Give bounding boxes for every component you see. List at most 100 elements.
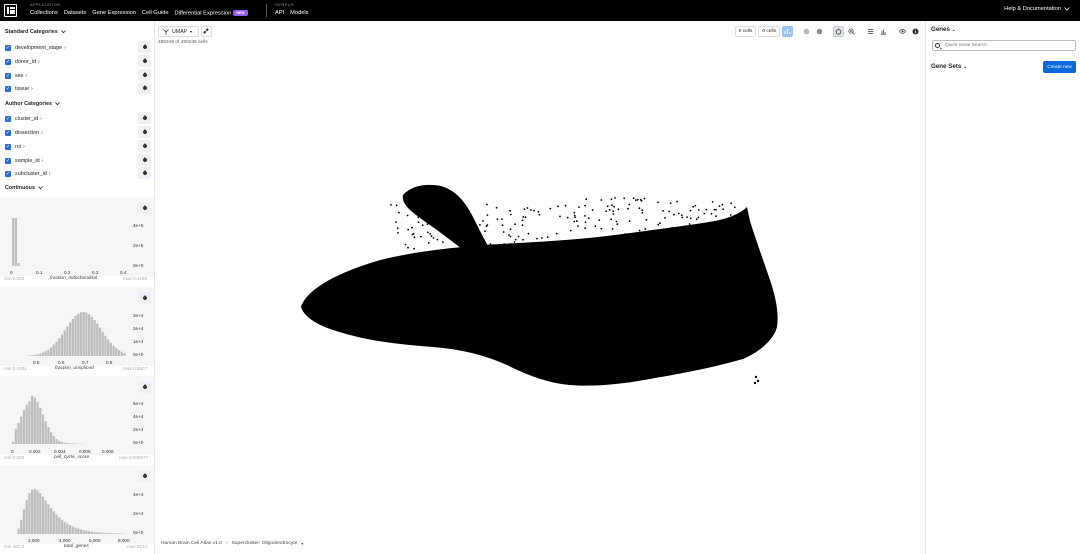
genes-toggle[interactable]: Genes ⌄ xyxy=(931,26,956,33)
color-by-button[interactable] xyxy=(138,126,151,138)
histogram-bar xyxy=(25,499,28,534)
cell-point xyxy=(536,237,538,240)
reset-subset-button[interactable] xyxy=(878,26,889,37)
cell-point xyxy=(466,218,469,221)
clear-selection-button[interactable] xyxy=(814,26,825,37)
histogram-fraction-unspliced[interactable]: 3e+4 2e+4 1e+4 0e+0 0.5 0.6 0.7 0.8 min … xyxy=(0,287,154,375)
chevron-right-icon: › xyxy=(40,129,43,136)
cell-point xyxy=(606,205,609,208)
checkbox[interactable]: ✓ xyxy=(5,115,11,122)
nav-link-cell-guide[interactable]: Cell Guide xyxy=(142,10,169,16)
embedding-label: UMAP xyxy=(172,28,187,35)
checkbox[interactable]: ✓ xyxy=(5,85,11,92)
cell-point xyxy=(671,226,674,229)
category-row: ✓ roi › xyxy=(5,140,151,152)
checkbox[interactable]: ✓ xyxy=(5,58,11,65)
checkbox[interactable]: ✓ xyxy=(5,157,11,164)
create-gene-set-button[interactable]: Create new xyxy=(1043,61,1076,73)
gene-search-input[interactable] xyxy=(932,40,1076,51)
histogram-fraction-mitochondrial[interactable]: 4e+5 2e+5 0e+0 0 0.1 0.2 0.3 0.4 min 0.0… xyxy=(0,197,154,285)
histogram-bar xyxy=(104,335,107,356)
standard-categories-toggle[interactable]: Standard Categories xyxy=(5,29,66,35)
nav-link-differential-expression[interactable]: Differential Expression NEW xyxy=(174,10,248,17)
color-by-button[interactable] xyxy=(138,112,151,124)
nav-link-models[interactable]: Models xyxy=(290,10,308,16)
histogram-bar xyxy=(44,351,47,356)
graph-toolbar: 0 cells 0 cells xyxy=(734,26,921,37)
category-label[interactable]: dissection › xyxy=(15,130,43,136)
nav-link-collections[interactable]: Collections xyxy=(30,10,58,16)
clear-differential-button[interactable] xyxy=(801,26,812,37)
cell-point xyxy=(584,227,586,230)
continuous-toggle[interactable]: Continuous xyxy=(5,185,43,191)
selection-b-count[interactable]: 0 cells xyxy=(758,26,780,37)
breadcrumb-filter[interactable]: Supercluster: Oligodendrocyte xyxy=(232,541,298,546)
x-tick: 0.6 xyxy=(58,360,65,365)
histogram-bar xyxy=(28,493,31,534)
cell-point xyxy=(692,205,695,208)
color-by-button[interactable] xyxy=(138,140,151,152)
subset-button[interactable] xyxy=(865,26,876,37)
category-label[interactable]: tissue › xyxy=(15,86,33,92)
color-by-button[interactable] xyxy=(138,69,151,81)
cell-point xyxy=(460,239,463,242)
cell-point xyxy=(508,234,510,236)
category-label[interactable]: sex › xyxy=(15,73,27,79)
checkbox[interactable]: ✓ xyxy=(5,44,11,51)
checkbox[interactable]: ✓ xyxy=(5,143,11,150)
lasso-select-button[interactable] xyxy=(833,26,844,37)
histogram-min: min 481.0 xyxy=(4,544,25,549)
category-label[interactable]: roi › xyxy=(15,144,25,150)
pin-embedding-button[interactable] xyxy=(201,26,212,37)
color-by-button[interactable] xyxy=(138,154,151,166)
histogram-bar xyxy=(107,339,110,356)
color-by-button[interactable] xyxy=(138,41,151,53)
checkbox[interactable]: ✓ xyxy=(5,72,11,79)
color-by-button[interactable] xyxy=(138,55,151,67)
cell-point xyxy=(456,242,459,244)
help-documentation-menu[interactable]: Help & Documentation xyxy=(1004,6,1070,12)
info-button[interactable] xyxy=(910,26,921,37)
histogram-bar xyxy=(88,314,91,356)
color-by-button[interactable] xyxy=(138,167,151,179)
category-label[interactable]: subcluster_id › xyxy=(15,171,51,177)
breadcrumb-dataset[interactable]: Human Brain Cell Atlas v1.0 xyxy=(161,541,222,546)
category-label[interactable]: sample_id › xyxy=(15,158,43,164)
x-tick: 0.008 xyxy=(102,449,114,454)
author-categories-toggle[interactable]: Author Categories xyxy=(5,101,60,107)
selection-a-count[interactable]: 0 cells xyxy=(734,26,757,37)
histogram-total-genes[interactable]: 4e+4 2e+4 0e+0 2,000 4,000 6,000 8,000 m… xyxy=(0,465,154,554)
cell-point xyxy=(680,239,683,242)
cell-point xyxy=(684,233,687,236)
category-label[interactable]: donor_id › xyxy=(15,59,40,65)
embedding-icon xyxy=(163,28,169,34)
x-tick: 0.2 xyxy=(64,270,71,275)
differential-expression-button[interactable] xyxy=(782,26,793,37)
nav-link-datasets[interactable]: Datasets xyxy=(64,10,86,16)
cell-point xyxy=(657,223,660,226)
histogram-bar xyxy=(60,519,64,534)
cell-point xyxy=(754,375,758,379)
histogram-bar xyxy=(69,443,72,444)
color-by-button[interactable] xyxy=(138,82,151,94)
logo-icon[interactable] xyxy=(4,4,17,17)
cell-point xyxy=(594,225,597,228)
histogram-cell-cycle-score[interactable]: 6e+4 4e+4 2e+4 0e+0 0 0.002 0.004 0.006 … xyxy=(0,376,154,464)
visibility-button[interactable] xyxy=(897,26,908,37)
cell-point xyxy=(573,211,576,214)
category-label[interactable]: development_stage › xyxy=(15,45,66,51)
umap-scatter-plot[interactable] xyxy=(155,21,925,554)
histogram-max: max 0.009677 xyxy=(119,455,149,460)
histogram-bar xyxy=(104,532,107,534)
histogram-bar xyxy=(71,318,74,356)
nav-link-api[interactable]: API xyxy=(275,10,284,16)
cell-point xyxy=(496,218,499,221)
checkbox[interactable]: ✓ xyxy=(5,170,11,177)
cell-point xyxy=(727,227,730,230)
embedding-selector[interactable]: UMAP ▾ xyxy=(158,26,199,37)
zoom-button[interactable] xyxy=(846,26,857,37)
category-label[interactable]: cluster_id › xyxy=(15,116,42,122)
checkbox[interactable]: ✓ xyxy=(5,129,11,136)
nav-link-gene-expression[interactable]: Gene Expression xyxy=(92,10,136,16)
gene-sets-toggle[interactable]: Gene Sets ⌄ xyxy=(931,63,967,70)
